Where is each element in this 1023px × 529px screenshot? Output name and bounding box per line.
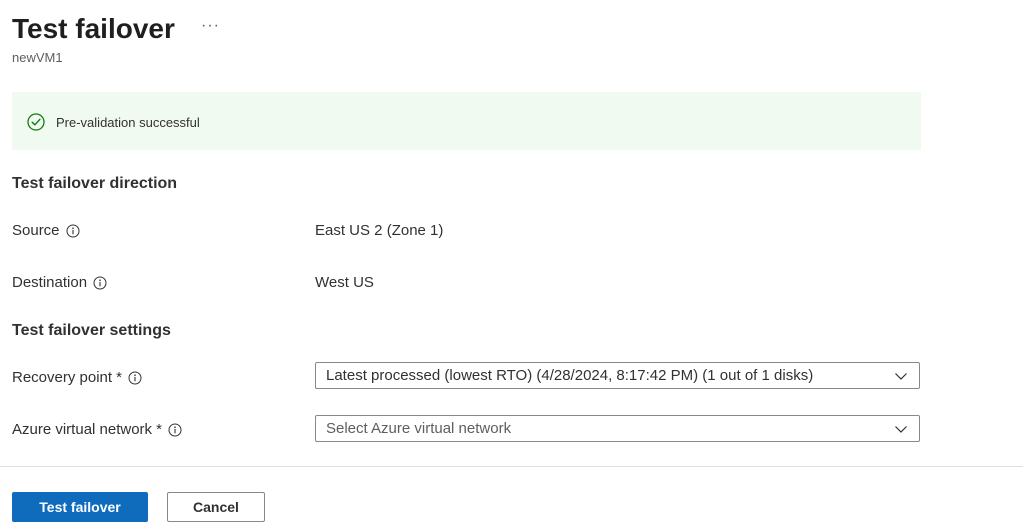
recovery-point-dropdown[interactable]: Latest processed (lowest RTO) (4/28/2024… bbox=[315, 362, 920, 389]
info-icon[interactable] bbox=[168, 423, 182, 437]
page-subtitle: newVM1 bbox=[12, 50, 63, 65]
validation-message: Pre-validation successful bbox=[56, 115, 200, 130]
direction-heading: Test failover direction bbox=[12, 175, 178, 192]
info-icon[interactable] bbox=[128, 371, 142, 385]
source-label-row: Source bbox=[12, 221, 80, 241]
vnet-dropdown[interactable]: Select Azure virtual network bbox=[315, 415, 920, 442]
info-icon[interactable] bbox=[93, 276, 107, 290]
source-value: East US 2 (Zone 1) bbox=[315, 222, 444, 239]
destination-label: Destination bbox=[12, 274, 88, 291]
test-failover-button[interactable]: Test failover bbox=[12, 492, 148, 522]
source-label: Source bbox=[12, 222, 60, 239]
destination-value: West US bbox=[315, 274, 374, 291]
page-title: Test failover bbox=[12, 13, 175, 44]
vnet-placeholder: Select Azure virtual network bbox=[326, 420, 512, 437]
required-marker: * bbox=[156, 421, 162, 438]
destination-label-row: Destination bbox=[12, 273, 107, 293]
settings-heading: Test failover settings bbox=[12, 322, 171, 339]
success-check-icon bbox=[27, 113, 45, 131]
chevron-down-icon bbox=[895, 372, 907, 380]
info-icon[interactable] bbox=[66, 224, 80, 238]
cancel-button[interactable]: Cancel bbox=[167, 492, 265, 522]
recovery-point-label: Recovery point bbox=[12, 369, 113, 386]
vnet-label-row: Azure virtual network * bbox=[12, 420, 182, 440]
recovery-point-label-row: Recovery point * bbox=[12, 368, 142, 388]
vnet-label: Azure virtual network bbox=[12, 421, 153, 438]
required-marker: * bbox=[116, 369, 122, 386]
chevron-down-icon bbox=[895, 425, 907, 433]
recovery-point-selected: Latest processed (lowest RTO) (4/28/2024… bbox=[326, 367, 814, 384]
footer-divider bbox=[0, 466, 1023, 467]
more-options-button[interactable]: ··· bbox=[201, 16, 220, 36]
